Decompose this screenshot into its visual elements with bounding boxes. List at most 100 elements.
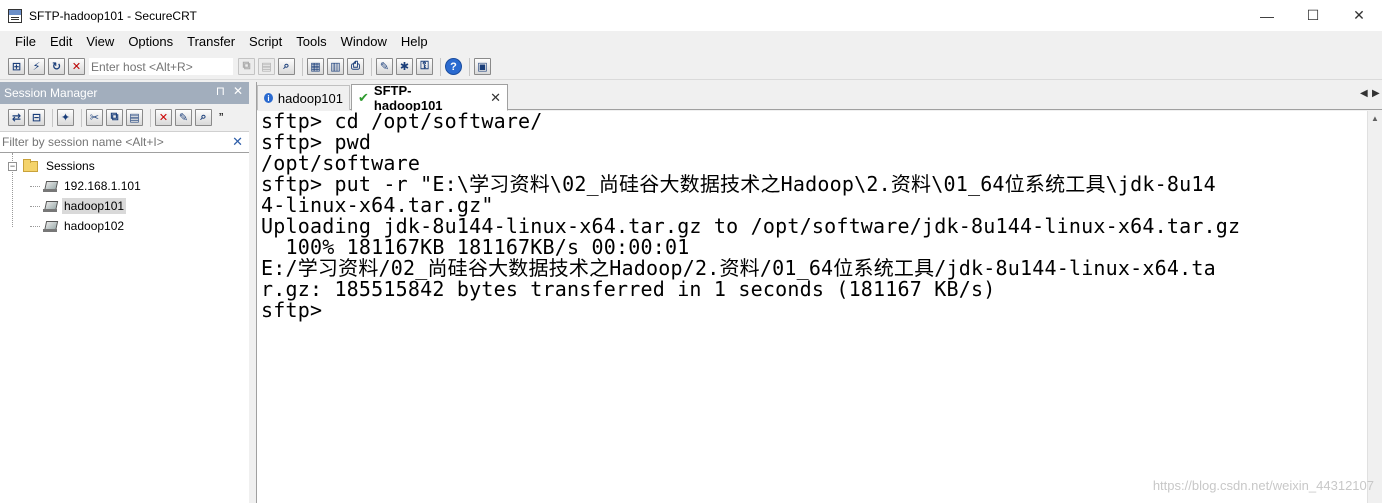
- tab-scroll-left-icon[interactable]: ◀: [1360, 88, 1368, 99]
- help-icon[interactable]: ?: [445, 58, 462, 75]
- session-manager-title: Session Manager: [4, 86, 98, 100]
- print-icon[interactable]: ⎙: [347, 58, 364, 75]
- global-options-icon[interactable]: ✱: [396, 58, 413, 75]
- panel-close-icon[interactable]: ✕: [233, 84, 243, 98]
- terminal-line: 4-linux-x64.tar.gz": [261, 193, 494, 217]
- terminal-line: E:/学习资料/02_尚硅谷大数据技术之Hadoop/2.资料/01_64位系统…: [261, 256, 1216, 280]
- toolbar-separator: [469, 57, 470, 76]
- print-setup-icon[interactable]: ▦: [307, 58, 324, 75]
- tab-close-icon[interactable]: ✕: [490, 90, 501, 106]
- connect-icon[interactable]: ⊞: [8, 58, 25, 75]
- menu-options[interactable]: Options: [121, 31, 180, 53]
- menu-script[interactable]: Script: [242, 31, 289, 53]
- watermark: https://blog.csdn.net/weixin_44312107: [1152, 478, 1374, 493]
- terminal-line: 100% 181167KB 181167KB/s 00:00:01: [261, 235, 690, 259]
- info-icon: i: [264, 93, 273, 103]
- reconnect-icon[interactable]: ↻: [48, 58, 65, 75]
- tree-node-session[interactable]: 192.168.1.101: [0, 176, 249, 196]
- tab-bar: i hadoop101 ✔ SFTP-hadoop101 ✕ ◀ ▶: [257, 82, 1382, 113]
- scroll-up-icon[interactable]: ▲: [1368, 111, 1382, 126]
- terminal-line: Uploading jdk-8u144-linux-x64.tar.gz to …: [261, 214, 1241, 238]
- title-bar: SFTP-hadoop101 - SecureCRT — ☐ ✕: [0, 0, 1382, 31]
- tab-hadoop101[interactable]: i hadoop101: [257, 85, 350, 110]
- session-manager-panel: Session Manager ⊓ ✕ ⇄ ⊟ ✦ ✂ ⧉ ▤ ✕ ✎ ⌕ ” …: [0, 82, 249, 503]
- securecrt-window: SFTP-hadoop101 - SecureCRT — ☐ ✕ File Ed…: [0, 0, 1382, 503]
- main-toolbar: ⊞ ⚡ ↻ ✕ ⧉ ▤ ⌕ ▦ ▥ ⎙ ✎ ✱ ⚿ ? ▣: [0, 54, 1382, 80]
- overflow-icon[interactable]: ”: [219, 110, 223, 125]
- tree-label: Sessions: [46, 159, 95, 173]
- menu-edit[interactable]: Edit: [43, 31, 79, 53]
- session-icon: [42, 199, 58, 213]
- menu-tools[interactable]: Tools: [289, 31, 333, 53]
- keymap-icon[interactable]: ⚿: [416, 58, 433, 75]
- find-session-icon[interactable]: ⌕: [195, 109, 212, 126]
- paste-session-icon[interactable]: ▤: [126, 109, 143, 126]
- close-button[interactable]: ✕: [1336, 0, 1382, 31]
- session-manager-toolbar: ⇄ ⊟ ✦ ✂ ⧉ ▤ ✕ ✎ ⌕ ”: [0, 104, 249, 132]
- tree-connector: [30, 185, 40, 187]
- new-session-icon[interactable]: ✦: [57, 109, 74, 126]
- tree-connector: [30, 225, 40, 227]
- toolbar-separator: [81, 108, 82, 127]
- terminal-output[interactable]: sftp> cd /opt/software/ sftp> pwd /opt/s…: [257, 111, 1367, 503]
- tree-connector: [30, 205, 40, 207]
- cut-icon[interactable]: ✂: [86, 109, 103, 126]
- menu-window[interactable]: Window: [334, 31, 394, 53]
- session-tree: − Sessions 192.168.1.101 hadoop101 hadoo…: [0, 153, 249, 236]
- host-input[interactable]: [88, 57, 234, 76]
- session-filter-input[interactable]: [0, 133, 225, 151]
- minimize-button[interactable]: —: [1244, 0, 1290, 31]
- delete-icon[interactable]: ✕: [155, 109, 172, 126]
- connect-session-icon[interactable]: ⇄: [8, 109, 25, 126]
- connect-tab-icon[interactable]: ⊟: [28, 109, 45, 126]
- tree-node-session[interactable]: hadoop102: [0, 216, 249, 236]
- panel-splitter[interactable]: [249, 82, 257, 503]
- session-filter: ✕: [0, 132, 249, 153]
- folder-icon: [23, 158, 38, 172]
- tree-label: 192.168.1.101: [64, 179, 141, 193]
- terminal-scrollbar[interactable]: ▲: [1367, 111, 1382, 503]
- paste-icon[interactable]: ▤: [258, 58, 275, 75]
- terminal-line: /opt/software: [261, 151, 421, 175]
- tree-node-sessions[interactable]: − Sessions: [0, 156, 249, 176]
- check-icon: ✔: [358, 89, 369, 105]
- app-icon: [8, 8, 22, 23]
- maximize-button[interactable]: ☐: [1290, 0, 1336, 31]
- toolbar-separator: [52, 108, 53, 127]
- terminal-line: sftp> pwd: [261, 130, 372, 154]
- menu-file[interactable]: File: [8, 31, 43, 53]
- terminal-line: sftp> put -r "E:\学习资料\02_尚硅谷大数据技术之Hadoop…: [261, 172, 1216, 196]
- toolbar-separator: [440, 57, 441, 76]
- menu-help[interactable]: Help: [394, 31, 435, 53]
- tab-label: SFTP-hadoop101: [373, 82, 443, 113]
- filter-clear-icon[interactable]: ✕: [232, 134, 243, 150]
- pin-icon[interactable]: ⊓: [216, 84, 225, 98]
- window-title: SFTP-hadoop101 - SecureCRT: [29, 8, 197, 23]
- collapse-icon[interactable]: −: [8, 161, 17, 171]
- quick-connect-icon[interactable]: ⚡: [28, 58, 45, 75]
- toolbar-separator: [150, 108, 151, 127]
- menu-view[interactable]: View: [79, 31, 121, 53]
- properties-icon[interactable]: ✎: [175, 109, 192, 126]
- session-icon: [42, 219, 58, 233]
- session-icon: [42, 179, 58, 193]
- session-manager-header: Session Manager ⊓ ✕: [0, 82, 249, 104]
- find-icon[interactable]: ⌕: [278, 58, 295, 75]
- tree-label: hadoop102: [64, 219, 125, 233]
- tree-node-session[interactable]: hadoop101: [0, 196, 249, 216]
- print-selection-icon[interactable]: ▥: [327, 58, 344, 75]
- tab-sftp-hadoop101[interactable]: ✔ SFTP-hadoop101 ✕: [351, 82, 508, 113]
- toolbar-separator: [302, 57, 303, 76]
- copy-session-icon[interactable]: ⧉: [106, 109, 123, 126]
- terminal-line: sftp> cd /opt/software/: [261, 109, 543, 133]
- terminal-line: r.gz: 185515842 bytes transferred in 1 s…: [261, 277, 996, 301]
- disconnect-icon[interactable]: ✕: [68, 58, 85, 75]
- terminal-prompt: sftp>: [261, 298, 323, 322]
- session-options-icon[interactable]: ✎: [376, 58, 393, 75]
- sftp-icon[interactable]: ▣: [474, 58, 491, 75]
- toolbar-separator: [371, 57, 372, 76]
- copy-icon[interactable]: ⧉: [238, 58, 255, 75]
- menu-bar: File Edit View Options Transfer Script T…: [0, 31, 1382, 53]
- tab-scroll-right-icon[interactable]: ▶: [1372, 88, 1380, 99]
- menu-transfer[interactable]: Transfer: [180, 31, 242, 53]
